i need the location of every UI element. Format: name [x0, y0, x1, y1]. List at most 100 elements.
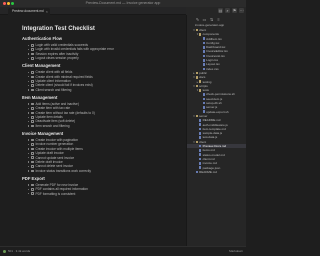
checkbox[interactable] — [31, 147, 34, 151]
checkbox[interactable] — [31, 102, 34, 106]
window-title: Preview-Document.md — Invoice generator … — [85, 1, 161, 5]
checkbox[interactable] — [31, 188, 34, 191]
checkbox[interactable] — [31, 169, 34, 173]
file-icon — [199, 144, 202, 148]
bullet-icon — [28, 89, 30, 91]
checklist-item: Client search and filtering — [28, 88, 184, 92]
bullet-icon — [28, 188, 30, 190]
bullet-icon — [28, 57, 30, 60]
document-title: Integration Test Checklist — [22, 26, 95, 32]
file-icon — [202, 97, 205, 101]
checklist-item: Invoice status transitions work correctl… — [28, 169, 184, 173]
file-icon — [202, 101, 205, 105]
folder-icon — [195, 114, 198, 118]
checkbox[interactable] — [31, 160, 34, 164]
bullet-icon — [28, 44, 30, 46]
checklist-item-text: Invoice status transitions work correctl… — [35, 168, 91, 173]
checkbox[interactable] — [31, 84, 34, 87]
checkbox[interactable] — [31, 165, 34, 168]
checklist-item: PDF formatting is consistent — [28, 192, 184, 196]
sync-status-icon — [3, 250, 6, 253]
search-icon[interactable]: ⌕ — [225, 8, 230, 13]
file-icon — [199, 149, 202, 152]
checkbox[interactable] — [31, 43, 34, 47]
checkbox[interactable] — [31, 88, 34, 92]
checkbox[interactable] — [31, 48, 34, 51]
bullet-icon — [28, 53, 30, 55]
bullet-icon — [28, 121, 30, 123]
tree-item-label: README.md — [199, 169, 217, 174]
bullet-icon — [28, 157, 30, 159]
file-icon — [202, 41, 205, 45]
file-icon — [202, 106, 205, 109]
bullet-icon — [28, 71, 30, 74]
folder-icon — [195, 84, 198, 88]
tree-file[interactable]: README.md — [187, 170, 246, 174]
sort-icon[interactable]: ⇅ — [209, 17, 214, 22]
bullet-icon — [28, 116, 30, 118]
title-bar: Preview-Document.md — Invoice generator … — [0, 0, 246, 7]
checkbox[interactable] — [31, 111, 34, 115]
bullet-icon — [28, 193, 30, 195]
checkbox[interactable] — [31, 115, 34, 119]
tab-preview-document[interactable]: Preview-document.md × — [8, 8, 50, 15]
more-icon[interactable]: ⋯ — [239, 8, 244, 13]
checkbox[interactable] — [31, 156, 34, 159]
checkbox[interactable] — [31, 143, 34, 146]
folder-icon — [195, 76, 198, 79]
bullet-icon — [28, 125, 30, 127]
file-icon — [202, 110, 205, 114]
checklist: Create client with all fields Create clie… — [22, 70, 184, 92]
checklist-item-text: Item search and filtering — [35, 123, 70, 128]
checkbox[interactable] — [31, 79, 34, 83]
bullet-icon — [28, 170, 30, 172]
status-bar: 501 · 3.4k words Markdown — [0, 246, 246, 256]
tab-label: Preview-document.md — [12, 9, 44, 13]
checkbox[interactable] — [31, 138, 34, 142]
checklist-sections: Authentication Flow Login with valid cred… — [22, 36, 184, 196]
bullet-icon — [28, 152, 30, 154]
checkbox[interactable] — [31, 183, 34, 187]
file-icon — [199, 166, 202, 169]
file-icon — [202, 37, 205, 41]
bullet-icon — [28, 148, 30, 150]
new-file-icon[interactable]: ✎ — [195, 17, 200, 22]
checkbox[interactable] — [31, 52, 34, 56]
editor-pane[interactable]: Integration Test Checklist Authenticatio… — [0, 15, 184, 246]
checkbox[interactable] — [31, 75, 34, 79]
checkbox[interactable] — [31, 107, 34, 110]
checklist: Generate PDF for new invoice PDF contains… — [22, 183, 184, 196]
file-icon — [199, 157, 202, 161]
tab-close-icon[interactable]: × — [46, 8, 48, 15]
new-folder-icon[interactable]: ▭ — [202, 17, 207, 22]
collapse-all-icon[interactable]: ≡ — [216, 17, 221, 22]
bullet-icon — [28, 161, 30, 163]
bullet-icon — [28, 143, 30, 146]
folder-icon — [195, 71, 198, 75]
checkbox[interactable] — [31, 192, 34, 196]
section-heading: Client Management — [22, 63, 61, 69]
bullet-icon — [28, 80, 30, 82]
checkbox[interactable] — [31, 57, 34, 60]
bullet-icon — [28, 184, 30, 186]
section-heading: Authentication Flow — [22, 36, 63, 41]
file-icon — [199, 162, 202, 165]
checklist-item-text: Logout clears session properly — [35, 56, 79, 61]
checkbox[interactable] — [31, 120, 34, 123]
bullet-icon — [28, 165, 30, 168]
section-heading: Item Management — [22, 94, 58, 100]
folder-icon — [195, 28, 198, 32]
checkbox[interactable] — [31, 152, 34, 155]
checklist-section: Client Management Create client with all … — [22, 63, 184, 92]
checkbox[interactable] — [31, 124, 34, 128]
checklist-item-text: Client search and filtering — [35, 87, 72, 92]
bullet-icon — [28, 112, 30, 114]
folder-icon — [195, 140, 198, 144]
file-explorer-icon[interactable]: ▤ — [218, 8, 223, 13]
bookmark-icon[interactable]: ⚑ — [232, 8, 237, 13]
checklist-item: Logout clears session properly — [28, 56, 184, 60]
checkbox[interactable] — [31, 71, 34, 74]
checklist: Create invoice with pagination Invoice nu… — [22, 138, 184, 173]
bullet-icon — [28, 107, 30, 110]
checklist-section: Invoice Management Create invoice with pa… — [22, 131, 184, 173]
